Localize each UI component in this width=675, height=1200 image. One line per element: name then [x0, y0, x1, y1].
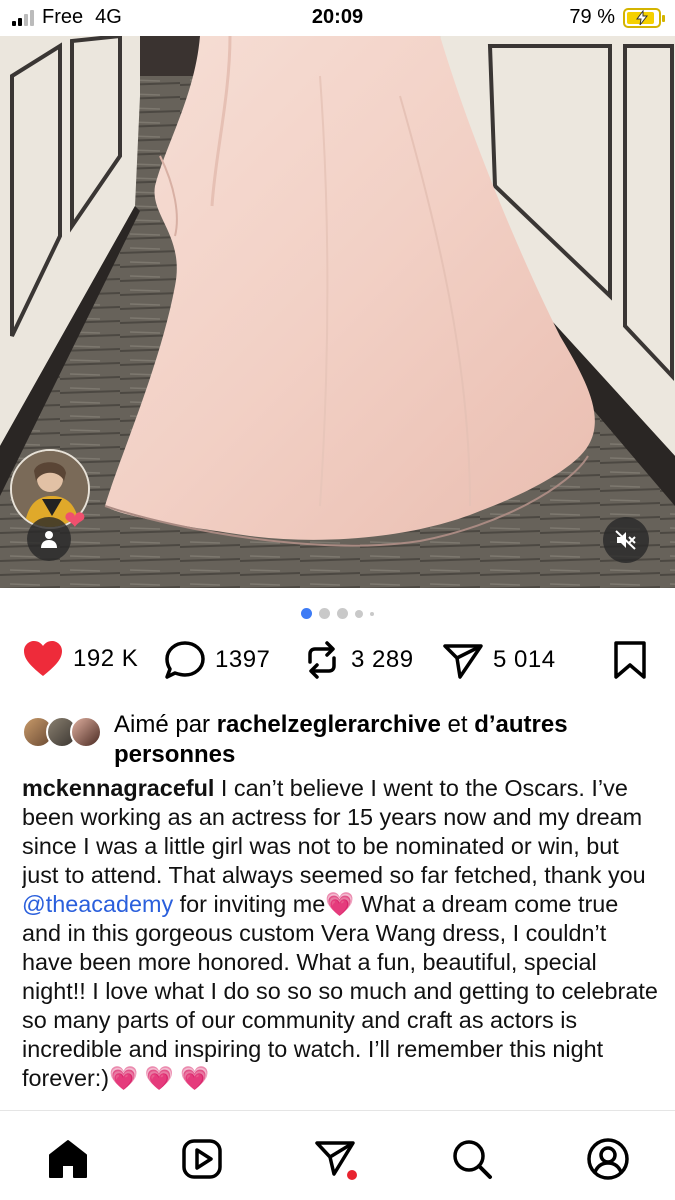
- repost-count: 3 289: [351, 646, 414, 673]
- person-icon: [41, 531, 57, 548]
- post-media[interactable]: ❤: [0, 36, 675, 588]
- carousel-dot: [301, 608, 312, 619]
- profile-icon: [587, 1138, 629, 1180]
- bookmark-icon: [614, 641, 646, 679]
- nav-home[interactable]: [44, 1135, 92, 1183]
- mute-button[interactable]: [603, 517, 649, 563]
- liked-by-prefix: Aimé par: [114, 711, 211, 738]
- reels-icon: [182, 1139, 222, 1179]
- carousel-dot: [355, 609, 363, 618]
- nav-search[interactable]: [448, 1135, 496, 1183]
- repost-button[interactable]: 3 289: [302, 640, 414, 680]
- avatar: [70, 716, 102, 748]
- liked-by[interactable]: Aimé par rachelzeglerarchive et d’autres…: [22, 710, 652, 770]
- carousel-dot: [337, 608, 348, 619]
- like-count: 192 K: [73, 645, 139, 672]
- comment-button[interactable]: 1397: [164, 640, 270, 680]
- bottom-nav: [0, 1110, 675, 1200]
- carousel-dot: [319, 608, 330, 619]
- nav-profile[interactable]: [584, 1135, 632, 1183]
- liked-by-avatars: [22, 716, 102, 750]
- post-caption: mckennagraceful I can’t believe I went t…: [22, 774, 658, 1110]
- caption-text-continued: for inviting me💗 What a dream come true …: [22, 891, 658, 1091]
- share-count: 5 014: [493, 646, 556, 673]
- save-button[interactable]: [612, 640, 648, 680]
- liked-by-text: Aimé par rachelzeglerarchive et d’autres…: [114, 710, 652, 770]
- like-button[interactable]: 192 K: [22, 640, 138, 678]
- repost-icon: [308, 641, 336, 679]
- comment-icon: [165, 641, 205, 679]
- nav-direct[interactable]: [312, 1135, 360, 1183]
- liked-by-user[interactable]: rachelzeglerarchive: [217, 711, 441, 738]
- battery-icon: [623, 7, 665, 28]
- battery-percent: 79 %: [569, 6, 615, 28]
- send-icon: [315, 1141, 357, 1180]
- heart-icon: [24, 641, 62, 676]
- tagged-users-button[interactable]: [27, 517, 71, 561]
- caption-username[interactable]: mckennagraceful: [22, 775, 214, 801]
- caption-mention[interactable]: @theacademy: [22, 891, 173, 917]
- carousel-indicator: [0, 608, 675, 619]
- send-icon: [443, 644, 483, 679]
- nav-reels[interactable]: [178, 1135, 226, 1183]
- search-icon: [453, 1140, 492, 1179]
- status-bar: Free 4G 20:09 79 %: [0, 0, 675, 36]
- comment-count: 1397: [215, 646, 271, 673]
- share-button[interactable]: 5 014: [442, 640, 556, 680]
- status-right: 79 %: [569, 6, 665, 29]
- post-actions: 192 K 1397 3 289 5 014: [0, 640, 675, 690]
- home-icon: [49, 1140, 87, 1178]
- carousel-dot: [370, 611, 374, 616]
- post-photo: [0, 36, 675, 588]
- speaker-muted-icon: [615, 530, 636, 550]
- liked-by-conjunction: et: [447, 711, 468, 738]
